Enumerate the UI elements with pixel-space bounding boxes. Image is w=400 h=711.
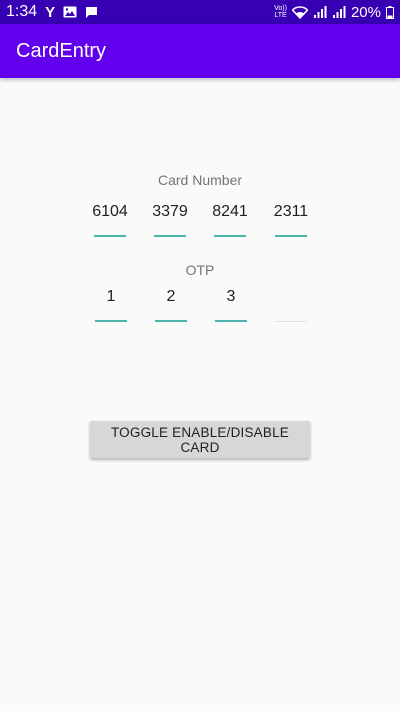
card-number-field-1[interactable]: 6104 — [92, 203, 128, 237]
battery-icon — [386, 5, 394, 19]
otp-field-3[interactable]: 3 — [215, 288, 247, 322]
field-underline — [275, 321, 307, 322]
card-number-field-4[interactable]: 2311 — [274, 203, 308, 237]
otp-label: OTP — [185, 262, 215, 278]
status-left: 1:34 Y — [0, 3, 98, 21]
card-number-digits-3: 8241 — [212, 203, 248, 220]
message-icon — [85, 6, 98, 18]
card-number-digits-2: 3379 — [152, 203, 188, 220]
image-icon — [63, 6, 77, 18]
status-bar: 1:34 Y Vo)) LTE 20% — [0, 0, 400, 24]
otp-digit-2: 2 — [166, 288, 176, 305]
field-underline — [215, 320, 247, 322]
otp-field-1[interactable]: 1 — [95, 288, 127, 322]
otp-field-4[interactable] — [275, 288, 307, 322]
field-underline — [155, 320, 187, 322]
signal-icon-2 — [332, 6, 346, 18]
card-number-digits-4: 2311 — [273, 203, 309, 220]
status-right: Vo)) LTE 20% — [274, 4, 400, 21]
card-number-label: Card Number — [157, 172, 243, 188]
status-time: 1:34 — [6, 3, 38, 20]
volte-indicator: Vo)) LTE — [274, 5, 287, 19]
field-underline — [95, 320, 127, 322]
app-bar: CardEntry — [0, 24, 400, 78]
app-title: CardEntry — [16, 39, 107, 62]
otp-digit-1: 1 — [106, 288, 116, 305]
carrier-icon: Y — [45, 3, 56, 21]
field-underline — [214, 235, 246, 237]
field-underline — [275, 235, 307, 237]
signal-icon — [313, 6, 327, 18]
field-underline — [94, 235, 126, 237]
otp-field-2[interactable]: 2 — [155, 288, 187, 322]
card-number-digits-1: 6104 — [92, 203, 128, 220]
card-number-field-2[interactable]: 3379 — [152, 203, 188, 237]
field-underline — [154, 235, 186, 237]
wifi-icon — [291, 5, 308, 19]
battery-percent: 20% — [350, 3, 381, 21]
volte-top: Vo)) — [274, 5, 287, 12]
otp-digit-3: 3 — [226, 288, 236, 305]
volte-bottom: LTE — [274, 12, 287, 19]
toggle-enable-disable-card-button[interactable]: TOGGLE ENABLE/DISABLE CARD — [90, 421, 310, 458]
card-number-field-3[interactable]: 8241 — [212, 203, 248, 237]
